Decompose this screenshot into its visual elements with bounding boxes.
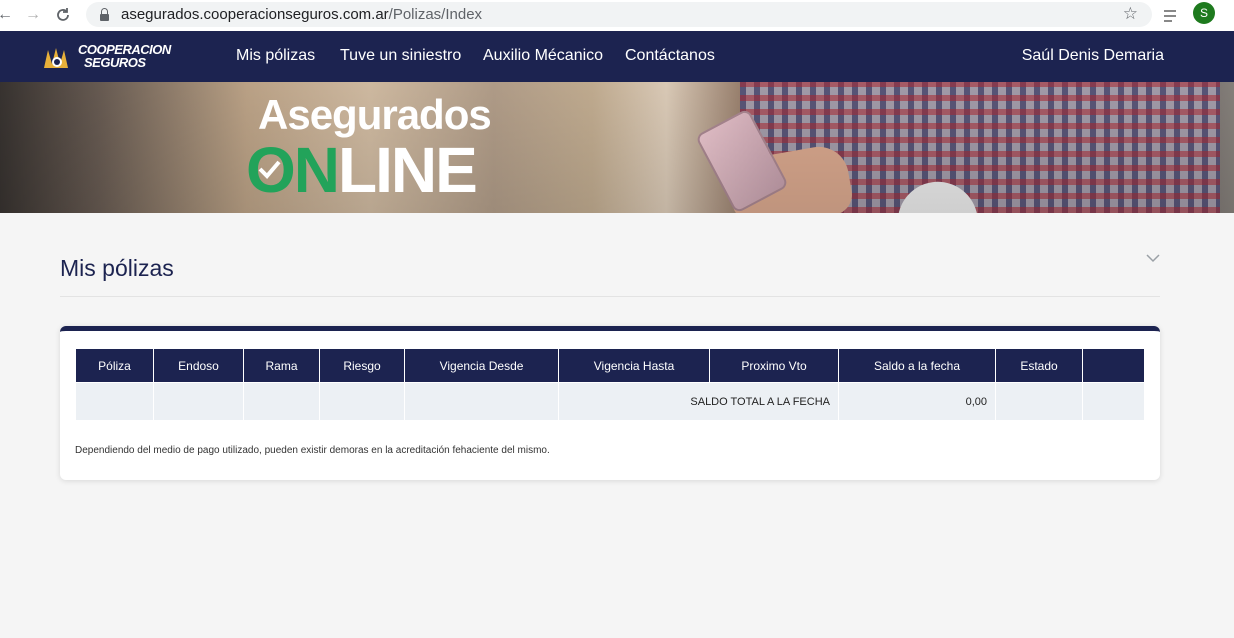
reload-icon[interactable] <box>52 4 74 26</box>
col-saldo: Saldo a la fecha <box>838 348 996 383</box>
table-cell <box>995 382 1083 421</box>
col-riesgo: Riesgo <box>319 348 405 383</box>
col-endoso: Endoso <box>153 348 244 383</box>
divider <box>60 296 1160 297</box>
banner-title: Asegurados <box>258 91 492 138</box>
page-title: Mis pólizas <box>60 255 174 281</box>
table-cell <box>243 382 320 421</box>
address-bar[interactable]: asegurados.cooperacionseguros.com.ar/Pol… <box>86 2 1152 27</box>
logo-emblem-icon <box>44 48 68 68</box>
policies-table: Póliza Endoso Rama Riesgo Vigencia Desde… <box>75 348 1145 421</box>
table-cell <box>153 382 244 421</box>
table-cell <box>319 382 405 421</box>
table-cell <box>404 382 559 421</box>
hero-banner <box>0 82 1234 213</box>
col-vigencia-hasta: Vigencia Hasta <box>558 348 710 383</box>
nav-auxilio-mecanico[interactable]: Auxilio Mécanico <box>483 47 603 65</box>
url-text: asegurados.cooperacionseguros.com.ar/Pol… <box>121 6 483 23</box>
reading-list-icon[interactable] <box>1162 5 1182 25</box>
total-label: SALDO TOTAL A LA FECHA <box>558 382 839 421</box>
payment-note: Dependiendo del medio de pago utilizado,… <box>75 445 550 456</box>
col-vigencia-desde: Vigencia Desde <box>404 348 559 383</box>
table-header-row: Póliza Endoso Rama Riesgo Vigencia Desde… <box>75 348 1145 383</box>
col-rama: Rama <box>243 348 320 383</box>
user-name[interactable]: Saúl Denis Demaria <box>1022 47 1164 65</box>
logo-text: COOPERACION SEGUROS <box>78 42 171 70</box>
back-arrow-icon[interactable]: ← <box>0 4 16 26</box>
site-header: COOPERACION SEGUROS Mis pólizas Tuve un … <box>0 31 1234 82</box>
forward-arrow-icon[interactable]: → <box>22 4 44 26</box>
browser-toolbar: ← → asegurados.cooperacionseguros.com.ar… <box>0 0 1234 31</box>
checkmark-icon <box>258 160 281 179</box>
table-cell <box>1082 382 1145 421</box>
chevron-down-icon[interactable] <box>1145 250 1161 266</box>
col-actions <box>1082 348 1145 383</box>
table-cell <box>75 382 154 421</box>
logo[interactable]: COOPERACION SEGUROS <box>42 42 171 72</box>
table-row: SALDO TOTAL A LA FECHA 0,00 <box>75 382 1145 421</box>
col-estado: Estado <box>995 348 1083 383</box>
nav-mis-polizas[interactable]: Mis pólizas <box>236 47 315 65</box>
banner-shade <box>0 82 1234 213</box>
total-value: 0,00 <box>838 382 996 421</box>
policies-card: Póliza Endoso Rama Riesgo Vigencia Desde… <box>60 326 1160 480</box>
col-proximo-vto: Proximo Vto <box>709 348 839 383</box>
star-icon[interactable]: ☆ <box>1123 4 1138 24</box>
nav-tuve-un-siniestro[interactable]: Tuve un siniestro <box>340 47 461 65</box>
nav-contactanos[interactable]: Contáctanos <box>625 47 715 65</box>
profile-avatar[interactable]: S <box>1193 2 1215 24</box>
col-poliza: Póliza <box>75 348 154 383</box>
lock-icon <box>100 7 109 21</box>
